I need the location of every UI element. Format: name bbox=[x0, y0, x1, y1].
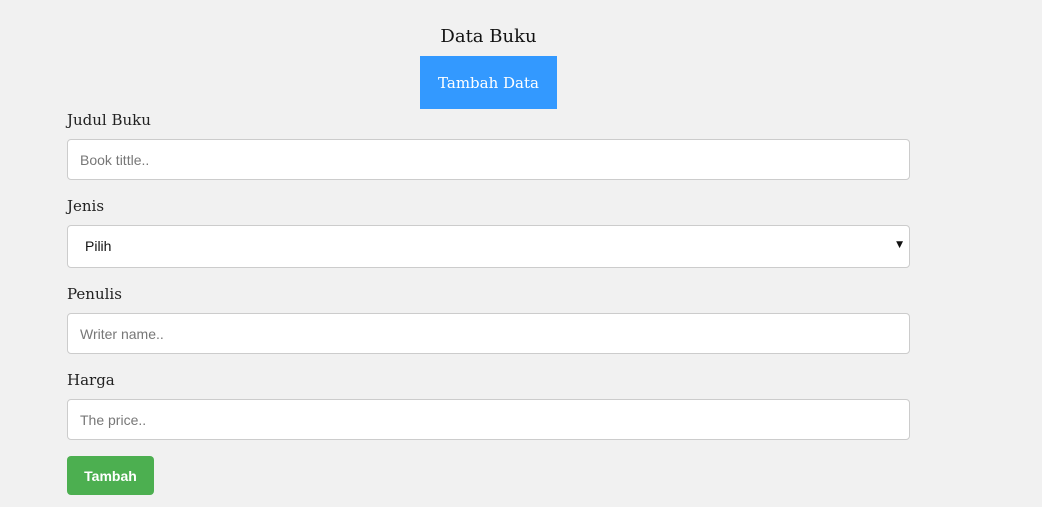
writer-label: Penulis bbox=[67, 285, 122, 303]
writer-name-input[interactable] bbox=[67, 313, 910, 354]
book-title-input[interactable] bbox=[67, 139, 910, 180]
genre-select[interactable]: Pilih ▼ bbox=[67, 225, 910, 268]
genre-label: Jenis bbox=[67, 197, 105, 215]
price-input[interactable] bbox=[67, 399, 910, 440]
add-data-tab-label: Tambah Data bbox=[438, 73, 539, 92]
book-title-label: Judul Buku bbox=[67, 111, 151, 129]
add-data-tab[interactable]: Tambah Data bbox=[420, 56, 557, 109]
dropdown-arrow-icon: ▼ bbox=[896, 240, 903, 250]
genre-select-value: Pilih bbox=[85, 238, 112, 254]
submit-button[interactable]: Tambah bbox=[67, 456, 154, 495]
price-label: Harga bbox=[67, 371, 115, 389]
page-title: Data Buku bbox=[440, 26, 537, 47]
